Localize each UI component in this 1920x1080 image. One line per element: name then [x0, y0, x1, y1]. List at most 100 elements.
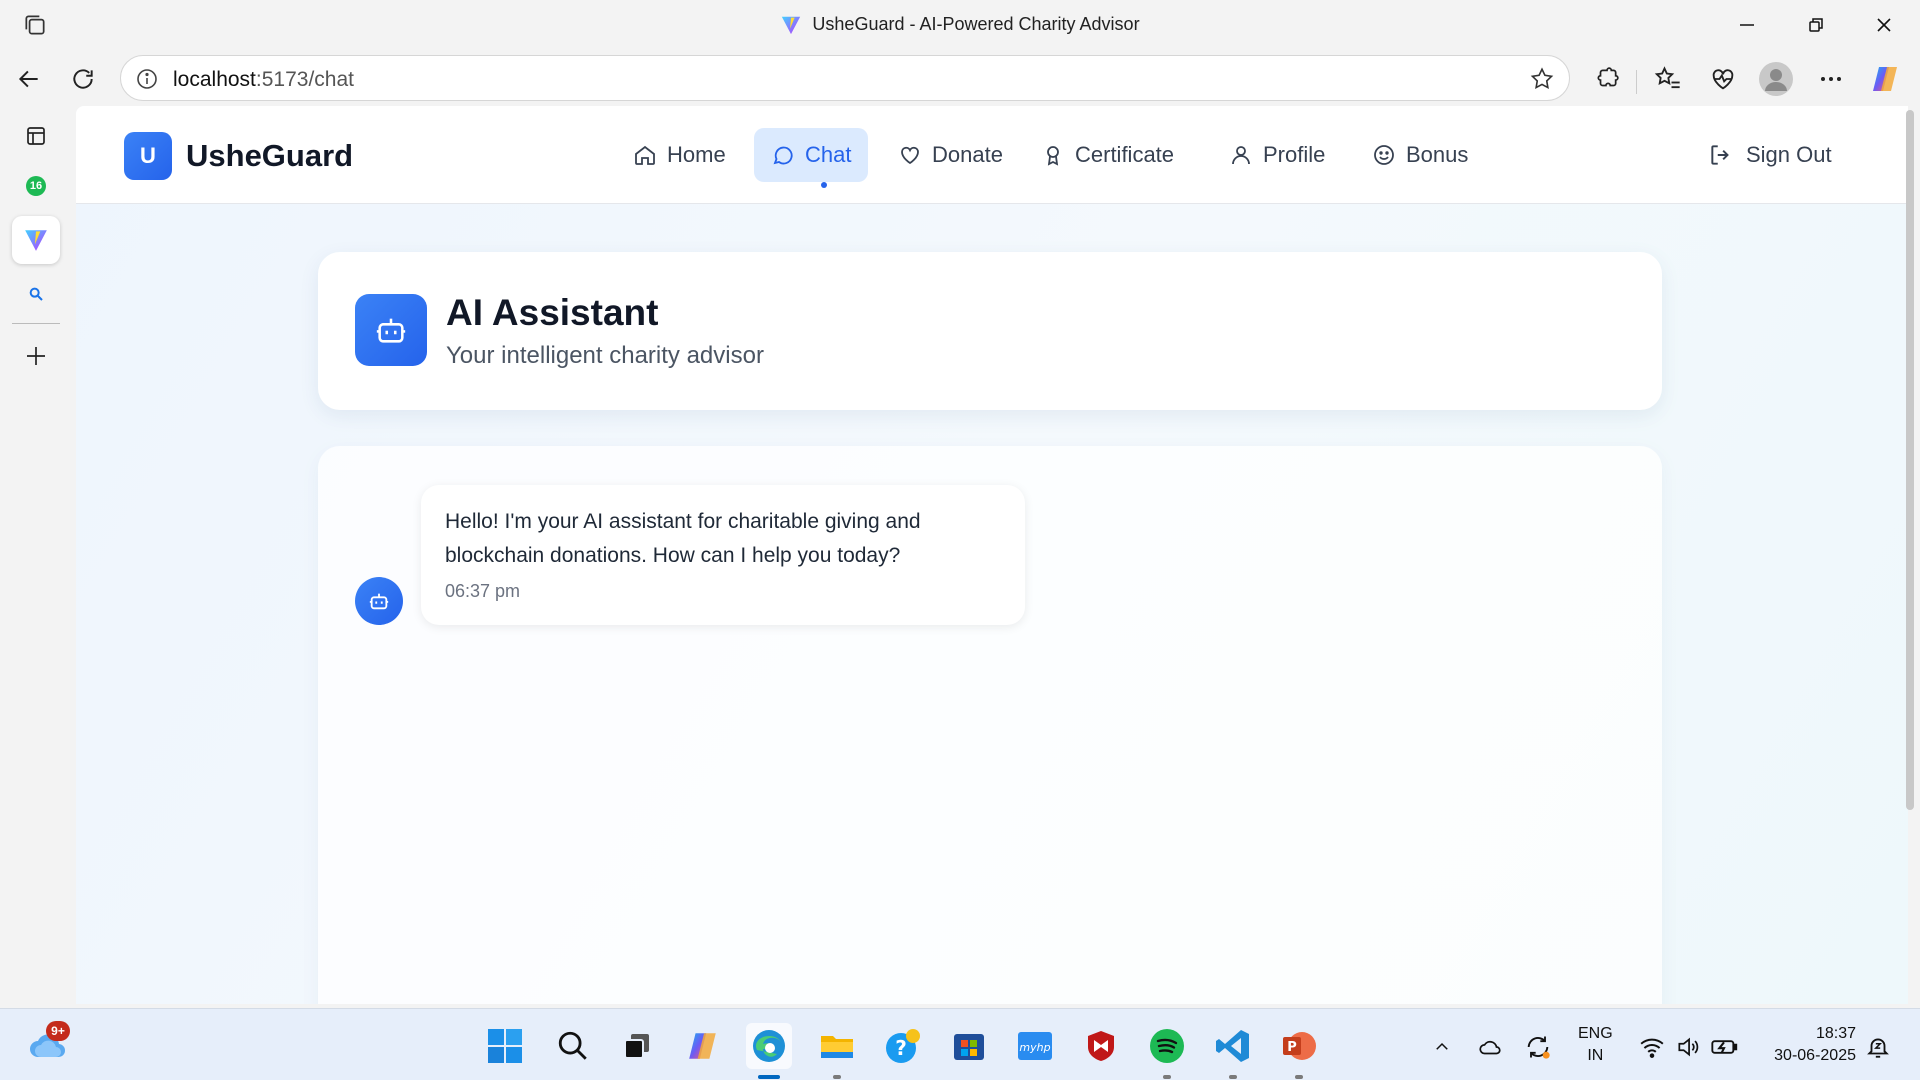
tab-notification-badge: 16 [26, 176, 46, 196]
powerpoint-button[interactable]: P [1276, 1023, 1322, 1069]
region-code: IN [1587, 1047, 1604, 1064]
myhp-button[interactable]: myhp [1012, 1023, 1058, 1069]
nav-bonus[interactable]: Bonus [1355, 128, 1485, 182]
nav-donate[interactable]: Donate [881, 128, 1020, 182]
search-icon [29, 287, 43, 301]
favorites-button[interactable] [1651, 62, 1685, 96]
tab-usheguard[interactable] [12, 216, 60, 264]
powerpoint-icon: P [1283, 1032, 1316, 1060]
extensions-button[interactable] [1590, 62, 1624, 96]
page-scrollbar[interactable] [1906, 110, 1914, 810]
svg-text:?: ? [895, 1036, 907, 1060]
browser-title-bar: UsheGuard - AI-Powered Charity Advisor [0, 0, 1920, 50]
nav-chat[interactable]: Chat [754, 128, 869, 182]
vscode-button[interactable] [1210, 1023, 1256, 1069]
back-button[interactable] [12, 62, 46, 96]
address-bar[interactable]: localhost:5173/chat [120, 55, 1570, 101]
tab-panel-toggle[interactable] [12, 112, 60, 160]
settings-more-button[interactable] [1814, 62, 1848, 96]
clock-time: 18:37 [1815, 1025, 1856, 1042]
tab-whatsapp[interactable]: 16 [12, 162, 60, 210]
search-icon [558, 1031, 587, 1060]
app-header: U UsheGuard Home Chat Donate Certificate… [76, 106, 1908, 204]
heart-pulse-icon [1712, 69, 1734, 90]
chat-message-text: Hello! I'm your AI assistant for charita… [445, 510, 921, 567]
user-icon [1232, 146, 1250, 165]
bot-icon [369, 593, 389, 610]
speaker-icon [1678, 1037, 1699, 1057]
copilot-button[interactable] [1868, 62, 1902, 96]
clock-date: 30-06-2025 [1774, 1047, 1856, 1064]
favorite-star-icon[interactable] [1529, 66, 1555, 92]
task-view-button[interactable] [614, 1023, 660, 1069]
sync-icon [1527, 1036, 1550, 1059]
assistant-title: AI Assistant [446, 292, 659, 333]
windows-logo-icon [488, 1029, 522, 1063]
nav-certificate[interactable]: Certificate [1024, 128, 1191, 182]
input-language-indicator[interactable]: ENG IN [1578, 1023, 1613, 1067]
new-tab-button[interactable] [12, 332, 60, 380]
avatar-icon [1759, 62, 1793, 96]
nav-home[interactable]: Home [616, 128, 743, 182]
help-icon: ? [886, 1029, 920, 1063]
restore-button[interactable] [1796, 10, 1836, 40]
language-code: ENG [1578, 1025, 1613, 1042]
vscode-running-indicator [1229, 1075, 1237, 1079]
nav-profile[interactable]: Profile [1212, 128, 1342, 182]
battery-status[interactable] [1710, 1033, 1738, 1061]
task-view-icon [624, 1034, 649, 1059]
copilot-taskbar-button[interactable] [680, 1023, 726, 1069]
minimize-icon [1740, 24, 1754, 26]
start-button[interactable] [482, 1023, 528, 1069]
explorer-running-indicator [833, 1075, 841, 1079]
spotify-button[interactable] [1144, 1023, 1190, 1069]
sign-out-button[interactable]: Sign Out [1708, 128, 1832, 182]
back-arrow-icon [18, 70, 38, 88]
wifi-status[interactable] [1638, 1033, 1666, 1061]
edge-running-indicator [758, 1075, 780, 1079]
sync-status-button[interactable] [1524, 1033, 1552, 1061]
microsoft-store-button[interactable] [946, 1023, 992, 1069]
brand-logo[interactable]: U [124, 132, 172, 180]
refresh-button[interactable] [66, 62, 100, 96]
tab-search[interactable] [12, 270, 60, 318]
file-explorer-button[interactable] [814, 1023, 860, 1069]
brand-name[interactable]: UsheGuard [186, 138, 353, 174]
browser-essentials-button[interactable] [1706, 62, 1740, 96]
site-info-icon[interactable] [135, 67, 159, 91]
get-help-button[interactable]: ? [880, 1023, 926, 1069]
mcafee-button[interactable] [1078, 1023, 1124, 1069]
chat-panel: Hello! I'm your AI assistant for charita… [318, 446, 1662, 1004]
url-path: :5173/chat [255, 68, 354, 91]
edge-browser-icon [753, 1030, 785, 1062]
toolbar-divider [1636, 70, 1637, 94]
show-hidden-icons-button[interactable] [1428, 1033, 1456, 1061]
restore-icon [1809, 18, 1823, 32]
chevron-up-icon [1436, 1042, 1448, 1050]
store-icon [954, 1034, 984, 1060]
chat-message-time: 06:37 pm [445, 581, 521, 601]
bell-snooze-icon [1867, 1038, 1889, 1058]
weather-badge: 9+ [46, 1021, 70, 1041]
notifications-button[interactable] [1864, 1033, 1892, 1061]
cloud-icon [1479, 1040, 1501, 1055]
sidebar-panel-icon [27, 127, 45, 145]
chat-icon [773, 146, 793, 165]
assistant-subtitle: Your intelligent charity advisor [446, 342, 764, 369]
volume-status[interactable] [1674, 1033, 1702, 1061]
nav-donate-label: Donate [932, 142, 1003, 167]
minimize-button[interactable] [1727, 10, 1767, 40]
profile-button[interactable] [1759, 62, 1793, 96]
close-button[interactable] [1864, 10, 1904, 40]
powerpoint-running-indicator [1295, 1075, 1303, 1079]
url-host: localhost [173, 68, 256, 91]
system-clock[interactable]: 18:37 30-06-2025 [1760, 1023, 1856, 1067]
taskbar: 9+ ? myhp P ENG IN 18:37 30-06-2025 [0, 1008, 1920, 1080]
nav-certificate-label: Certificate [1075, 142, 1175, 167]
taskbar-search-button[interactable] [550, 1023, 596, 1069]
copilot-icon [689, 1033, 716, 1059]
copilot-icon [1873, 67, 1897, 91]
onedrive-button[interactable] [1476, 1033, 1504, 1061]
edge-taskbar-button[interactable] [746, 1023, 792, 1069]
bot-icon [376, 318, 406, 343]
